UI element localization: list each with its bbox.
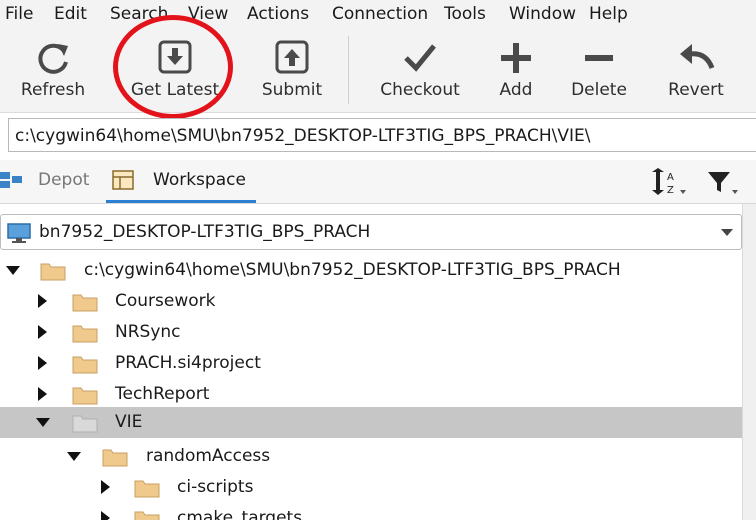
collapse-arrow-icon[interactable] (36, 418, 50, 427)
tree-label-techreport: TechReport (115, 384, 210, 404)
menu-file[interactable]: File (5, 3, 33, 25)
menu-bar: File Edit Search View Actions Connection… (0, 0, 756, 29)
plus-icon (501, 43, 531, 73)
expand-arrow-icon[interactable] (101, 511, 110, 520)
vertical-scrollbar[interactable] (742, 204, 756, 520)
tree-label-vie: VIE (115, 412, 143, 432)
submit-button[interactable]: Submit (252, 28, 332, 112)
folder-icon (72, 387, 98, 405)
tree-row-coursework[interactable]: Coursework (0, 286, 742, 317)
sort-az-icon[interactable]: A Z (648, 168, 688, 196)
tree-row-nrsync[interactable]: NRSync (0, 317, 742, 348)
menu-edit[interactable]: Edit (54, 3, 87, 25)
svg-text:A: A (667, 172, 674, 183)
tree-label-cmake: cmake_targets (177, 508, 303, 520)
tree-row-prach[interactable]: PRACH.si4project (0, 348, 742, 379)
tree-label-nrsync: NRSync (115, 322, 181, 342)
refresh-label: Refresh (20, 80, 86, 100)
folder-icon (72, 294, 98, 312)
folder-icon (40, 263, 66, 281)
folder-icon (72, 325, 98, 343)
collapse-arrow-icon[interactable] (6, 266, 20, 275)
filter-icon[interactable] (706, 168, 740, 196)
menu-actions[interactable]: Actions (247, 3, 309, 25)
menu-tools[interactable]: Tools (444, 3, 486, 25)
revert-label: Revert (668, 80, 724, 100)
folder-icon (134, 511, 160, 520)
submit-label: Submit (261, 80, 323, 100)
get-latest-button[interactable]: Get Latest (120, 28, 230, 112)
tree-label-ciscripts: ci-scripts (177, 477, 254, 497)
tree-row-root[interactable]: c:\cygwin64\home\SMU\bn7952_DESKTOP-LTF3… (0, 255, 742, 286)
add-button[interactable]: Add (484, 28, 548, 112)
menu-connection[interactable]: Connection (332, 3, 428, 25)
expand-arrow-icon[interactable] (38, 356, 47, 370)
chevron-down-icon (721, 229, 733, 236)
collapse-arrow-icon[interactable] (67, 452, 81, 461)
path-input[interactable]: c:\cygwin64\home\SMU\bn7952_DESKTOP-LTF3… (8, 118, 756, 152)
expand-arrow-icon[interactable] (38, 325, 47, 339)
minus-icon (585, 55, 613, 61)
tree-row-cmake[interactable]: cmake_targets (0, 503, 742, 520)
folder-icon (72, 356, 98, 374)
revert-icon (680, 44, 715, 69)
get-latest-label: Get Latest (130, 80, 220, 100)
checkout-label: Checkout (380, 80, 460, 100)
workspace-tree: c:\cygwin64\home\SMU\bn7952_DESKTOP-LTF3… (0, 254, 742, 520)
workspace-icon (112, 170, 134, 190)
tree-row-randomaccess[interactable]: randomAccess (0, 441, 742, 472)
toolbar-separator (348, 36, 349, 104)
menu-search[interactable]: Search (110, 3, 168, 25)
expand-arrow-icon[interactable] (101, 480, 110, 494)
delete-button[interactable]: Delete (562, 28, 636, 112)
expand-arrow-icon[interactable] (38, 294, 47, 308)
monitor-icon (7, 223, 31, 243)
svg-text:Z: Z (667, 185, 674, 196)
menu-window[interactable]: Window (509, 3, 576, 25)
tab-workspace-label: Workspace (153, 170, 246, 190)
expand-arrow-icon[interactable] (38, 387, 47, 401)
tab-divider (0, 203, 756, 204)
toolbar: Refresh Get Latest Submit Checkout Add D… (0, 28, 756, 113)
folder-icon (72, 415, 98, 433)
tree-row-ciscripts[interactable]: ci-scripts (0, 472, 742, 503)
submit-icon (275, 40, 309, 74)
tree-label-coursework: Coursework (115, 291, 216, 311)
tree-label-prach: PRACH.si4project (115, 353, 261, 373)
tree-label-randomaccess: randomAccess (146, 446, 271, 466)
workspace-select[interactable]: bn7952_DESKTOP-LTF3TIG_BPS_PRACH (0, 214, 742, 250)
checkmark-icon (404, 44, 436, 72)
folder-icon (102, 449, 128, 467)
tab-depot-label: Depot (38, 170, 90, 190)
tab-workspace[interactable]: Workspace (108, 160, 258, 200)
add-label: Add (499, 80, 533, 100)
revert-button[interactable]: Revert (656, 28, 736, 112)
view-tabs: Depot Workspace A Z (0, 160, 756, 204)
folder-icon (134, 480, 160, 498)
checkout-button[interactable]: Checkout (372, 28, 468, 112)
tree-row-vie[interactable]: VIE (0, 407, 742, 438)
tree-label-root: c:\cygwin64\home\SMU\bn7952_DESKTOP-LTF3… (84, 260, 621, 280)
tree-row-techreport[interactable]: TechReport (0, 379, 742, 410)
tab-depot[interactable]: Depot (0, 160, 100, 200)
menu-view[interactable]: View (188, 3, 228, 25)
depot-icon (0, 172, 22, 188)
refresh-button[interactable]: Refresh (10, 28, 96, 112)
workspace-select-value: bn7952_DESKTOP-LTF3TIG_BPS_PRACH (39, 222, 371, 242)
get-latest-icon (158, 40, 192, 74)
refresh-icon (38, 43, 68, 74)
menu-help[interactable]: Help (589, 3, 628, 25)
delete-label: Delete (571, 80, 627, 100)
